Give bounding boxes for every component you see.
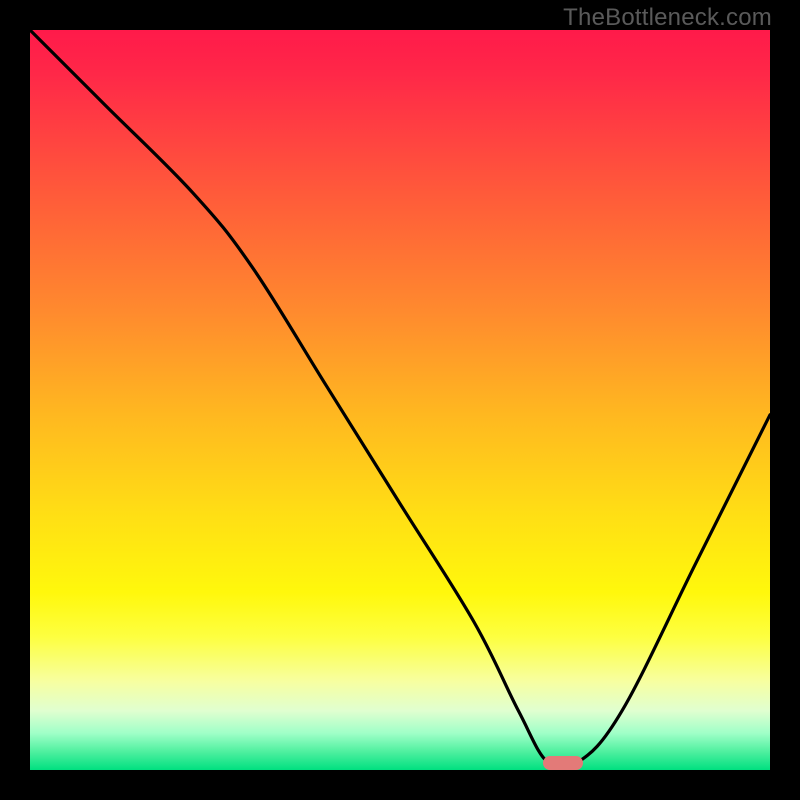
curve-svg bbox=[30, 30, 770, 770]
plot-area bbox=[30, 30, 770, 770]
watermark-text: TheBottleneck.com bbox=[563, 4, 772, 32]
bottleneck-curve bbox=[30, 30, 770, 770]
chart-container: TheBottleneck.com bbox=[0, 0, 800, 800]
optimal-marker bbox=[543, 756, 583, 770]
